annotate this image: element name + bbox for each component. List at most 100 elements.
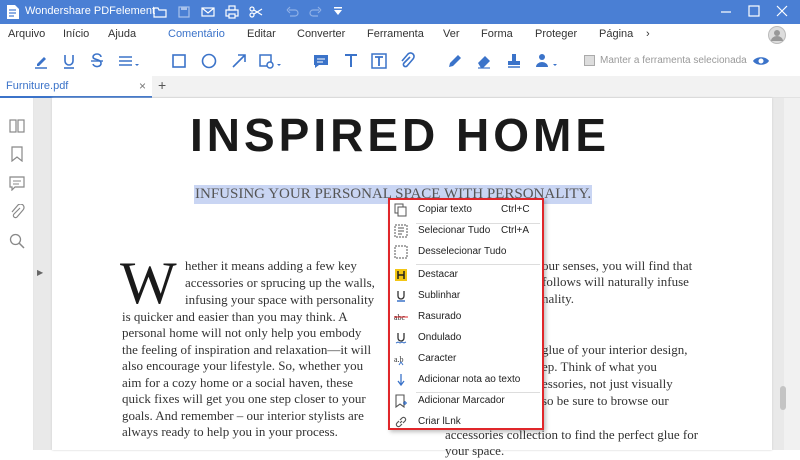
menu-ajuda[interactable]: Ajuda [108, 28, 136, 40]
lines-dropdown-icon[interactable] [116, 52, 142, 70]
menu-bar: Arquivo Início Ajuda Comentário Editar C… [0, 24, 800, 46]
document-title: INSPIRED HOME [189, 109, 611, 161]
comments-panel-icon[interactable] [9, 175, 25, 191]
arrow-icon[interactable] [230, 52, 248, 70]
underline-icon [397, 291, 405, 302]
context-menu: Copiar texto Ctrl+C Selecionar Tudo Ctrl… [388, 198, 544, 430]
avatar[interactable] [768, 26, 786, 44]
body-line: always ready to help you in your process… [122, 424, 338, 439]
ctx-create-link[interactable]: Criar lLnk [392, 413, 542, 433]
body-line: accessories or sprucing up the walls, [185, 275, 375, 290]
close-tab-icon[interactable]: × [139, 79, 146, 93]
ctx-add-text-note[interactable]: Adicionar nota ao texto [392, 371, 542, 391]
menu-pagina[interactable]: Página [599, 28, 633, 40]
typewriter-icon[interactable] [342, 52, 360, 70]
ctx-add-bookmark[interactable]: Adicionar Marcador [392, 392, 542, 412]
menu-inicio[interactable]: Início [63, 28, 89, 40]
squiggly-icon [395, 333, 407, 344]
add-tab-button[interactable]: + [158, 77, 166, 93]
left-panel-toggle-icon[interactable]: ▶ [37, 268, 43, 277]
shapes-dropdown-icon[interactable] [258, 52, 284, 70]
body-line: also encourage your lifestyle. So, wheth… [122, 358, 364, 373]
highlight-icon [395, 269, 407, 281]
menu-separator [416, 264, 540, 265]
print-icon[interactable] [224, 4, 240, 20]
ctx-underline[interactable]: Sublinhar [392, 287, 542, 307]
oval-icon[interactable] [200, 52, 218, 70]
body-line: the feeling of inspiration and relaxatio… [122, 342, 372, 357]
menu-ver[interactable]: Ver [443, 28, 460, 40]
scrollbar-thumb[interactable] [780, 386, 786, 410]
copy-icon [394, 203, 407, 217]
body-line: ep. Think of what you [542, 359, 657, 374]
menu-editar[interactable]: Editar [247, 28, 276, 40]
stamp-icon[interactable] [505, 52, 523, 70]
body-line: infusing your space with personality [185, 292, 375, 307]
underline-icon[interactable] [60, 52, 78, 70]
body-line: hether it means adding a few key [185, 258, 357, 273]
attachments-panel-icon[interactable] [9, 204, 25, 220]
save-icon[interactable] [176, 4, 192, 20]
app-title: Wondershare PDFelement [25, 5, 156, 17]
ctx-copy-text[interactable]: Copiar texto Ctrl+C [392, 201, 542, 221]
tab-bar: Furniture.pdf × [0, 76, 800, 98]
scissors-icon[interactable] [248, 4, 264, 20]
bookmark-add-icon [395, 394, 407, 408]
link-icon [395, 416, 407, 428]
ctx-select-all[interactable]: Selecionar Tudo Ctrl+A [392, 222, 542, 242]
menu-forma[interactable]: Forma [481, 28, 513, 40]
title-bar: Wondershare PDFelement [0, 0, 800, 24]
search-icon[interactable] [9, 233, 25, 249]
drop-cap: W [120, 250, 177, 316]
keep-tool-label: Manter a ferramenta selecionada [600, 55, 747, 66]
sticky-note-icon[interactable] [312, 52, 330, 70]
select-all-icon [394, 224, 408, 238]
eye-icon[interactable] [752, 52, 770, 70]
svg-text:a.b: a.b [394, 355, 404, 364]
menu-more-button[interactable]: › [646, 28, 650, 40]
textbox-icon[interactable] [370, 52, 388, 70]
menu-converter[interactable]: Converter [297, 28, 345, 40]
body-line: aim for a cozy home or a social haven, t… [122, 375, 354, 390]
menu-ferramenta[interactable]: Ferramenta [367, 28, 424, 40]
ctx-deselect-all[interactable]: Desselecionar Tudo [392, 243, 542, 263]
attachment-icon[interactable] [398, 52, 416, 70]
body-line: so be sure to browse our [542, 393, 669, 408]
body-line: essories, not just visually [542, 376, 673, 391]
body-line: goals. And remember – our interior styli… [122, 408, 364, 423]
body-line: your space. [445, 443, 505, 458]
body-line: follows will naturally infuse [542, 274, 689, 289]
mail-icon[interactable] [200, 4, 216, 20]
minimize-icon[interactable] [718, 3, 734, 19]
text-note-icon [397, 374, 405, 387]
eraser-icon[interactable] [475, 52, 493, 70]
tab-furniture-pdf[interactable]: Furniture.pdf × [0, 76, 152, 98]
redo-icon[interactable] [308, 4, 324, 20]
menu-proteger[interactable]: Proteger [535, 28, 577, 40]
app-logo-icon [7, 5, 19, 19]
undo-icon[interactable] [284, 4, 300, 20]
customize-icon[interactable] [330, 4, 346, 20]
tab-label: Furniture.pdf [6, 80, 69, 92]
body-line: nality. [542, 291, 575, 306]
close-icon[interactable] [774, 3, 790, 19]
ctx-caret[interactable]: a.b Caracter [392, 350, 542, 370]
ctx-highlight[interactable]: Destacar [392, 266, 542, 286]
ctx-strikethrough[interactable]: abc Rasurado [392, 308, 542, 328]
folder-icon[interactable] [152, 4, 168, 20]
keep-tool-checkbox[interactable] [584, 55, 595, 66]
menu-comentario[interactable]: Comentário [168, 28, 225, 40]
body-line: quick fixes will get you one step closer… [122, 391, 366, 406]
maximize-icon[interactable] [746, 3, 762, 19]
strikethrough-icon[interactable] [88, 52, 106, 70]
rectangle-icon[interactable] [170, 52, 188, 70]
body-line: personal home will not only help you emb… [122, 325, 362, 340]
strikethrough-icon: abc [394, 313, 408, 322]
signature-dropdown-icon[interactable] [534, 52, 560, 70]
pencil-icon[interactable] [446, 52, 464, 70]
ctx-squiggly[interactable]: Ondulado [392, 329, 542, 349]
menu-arquivo[interactable]: Arquivo [8, 28, 45, 40]
body-line: our senses, you will find that [542, 258, 693, 273]
body-line: is quicker and easier than you may think… [122, 309, 348, 324]
highlight-icon[interactable] [32, 52, 50, 70]
